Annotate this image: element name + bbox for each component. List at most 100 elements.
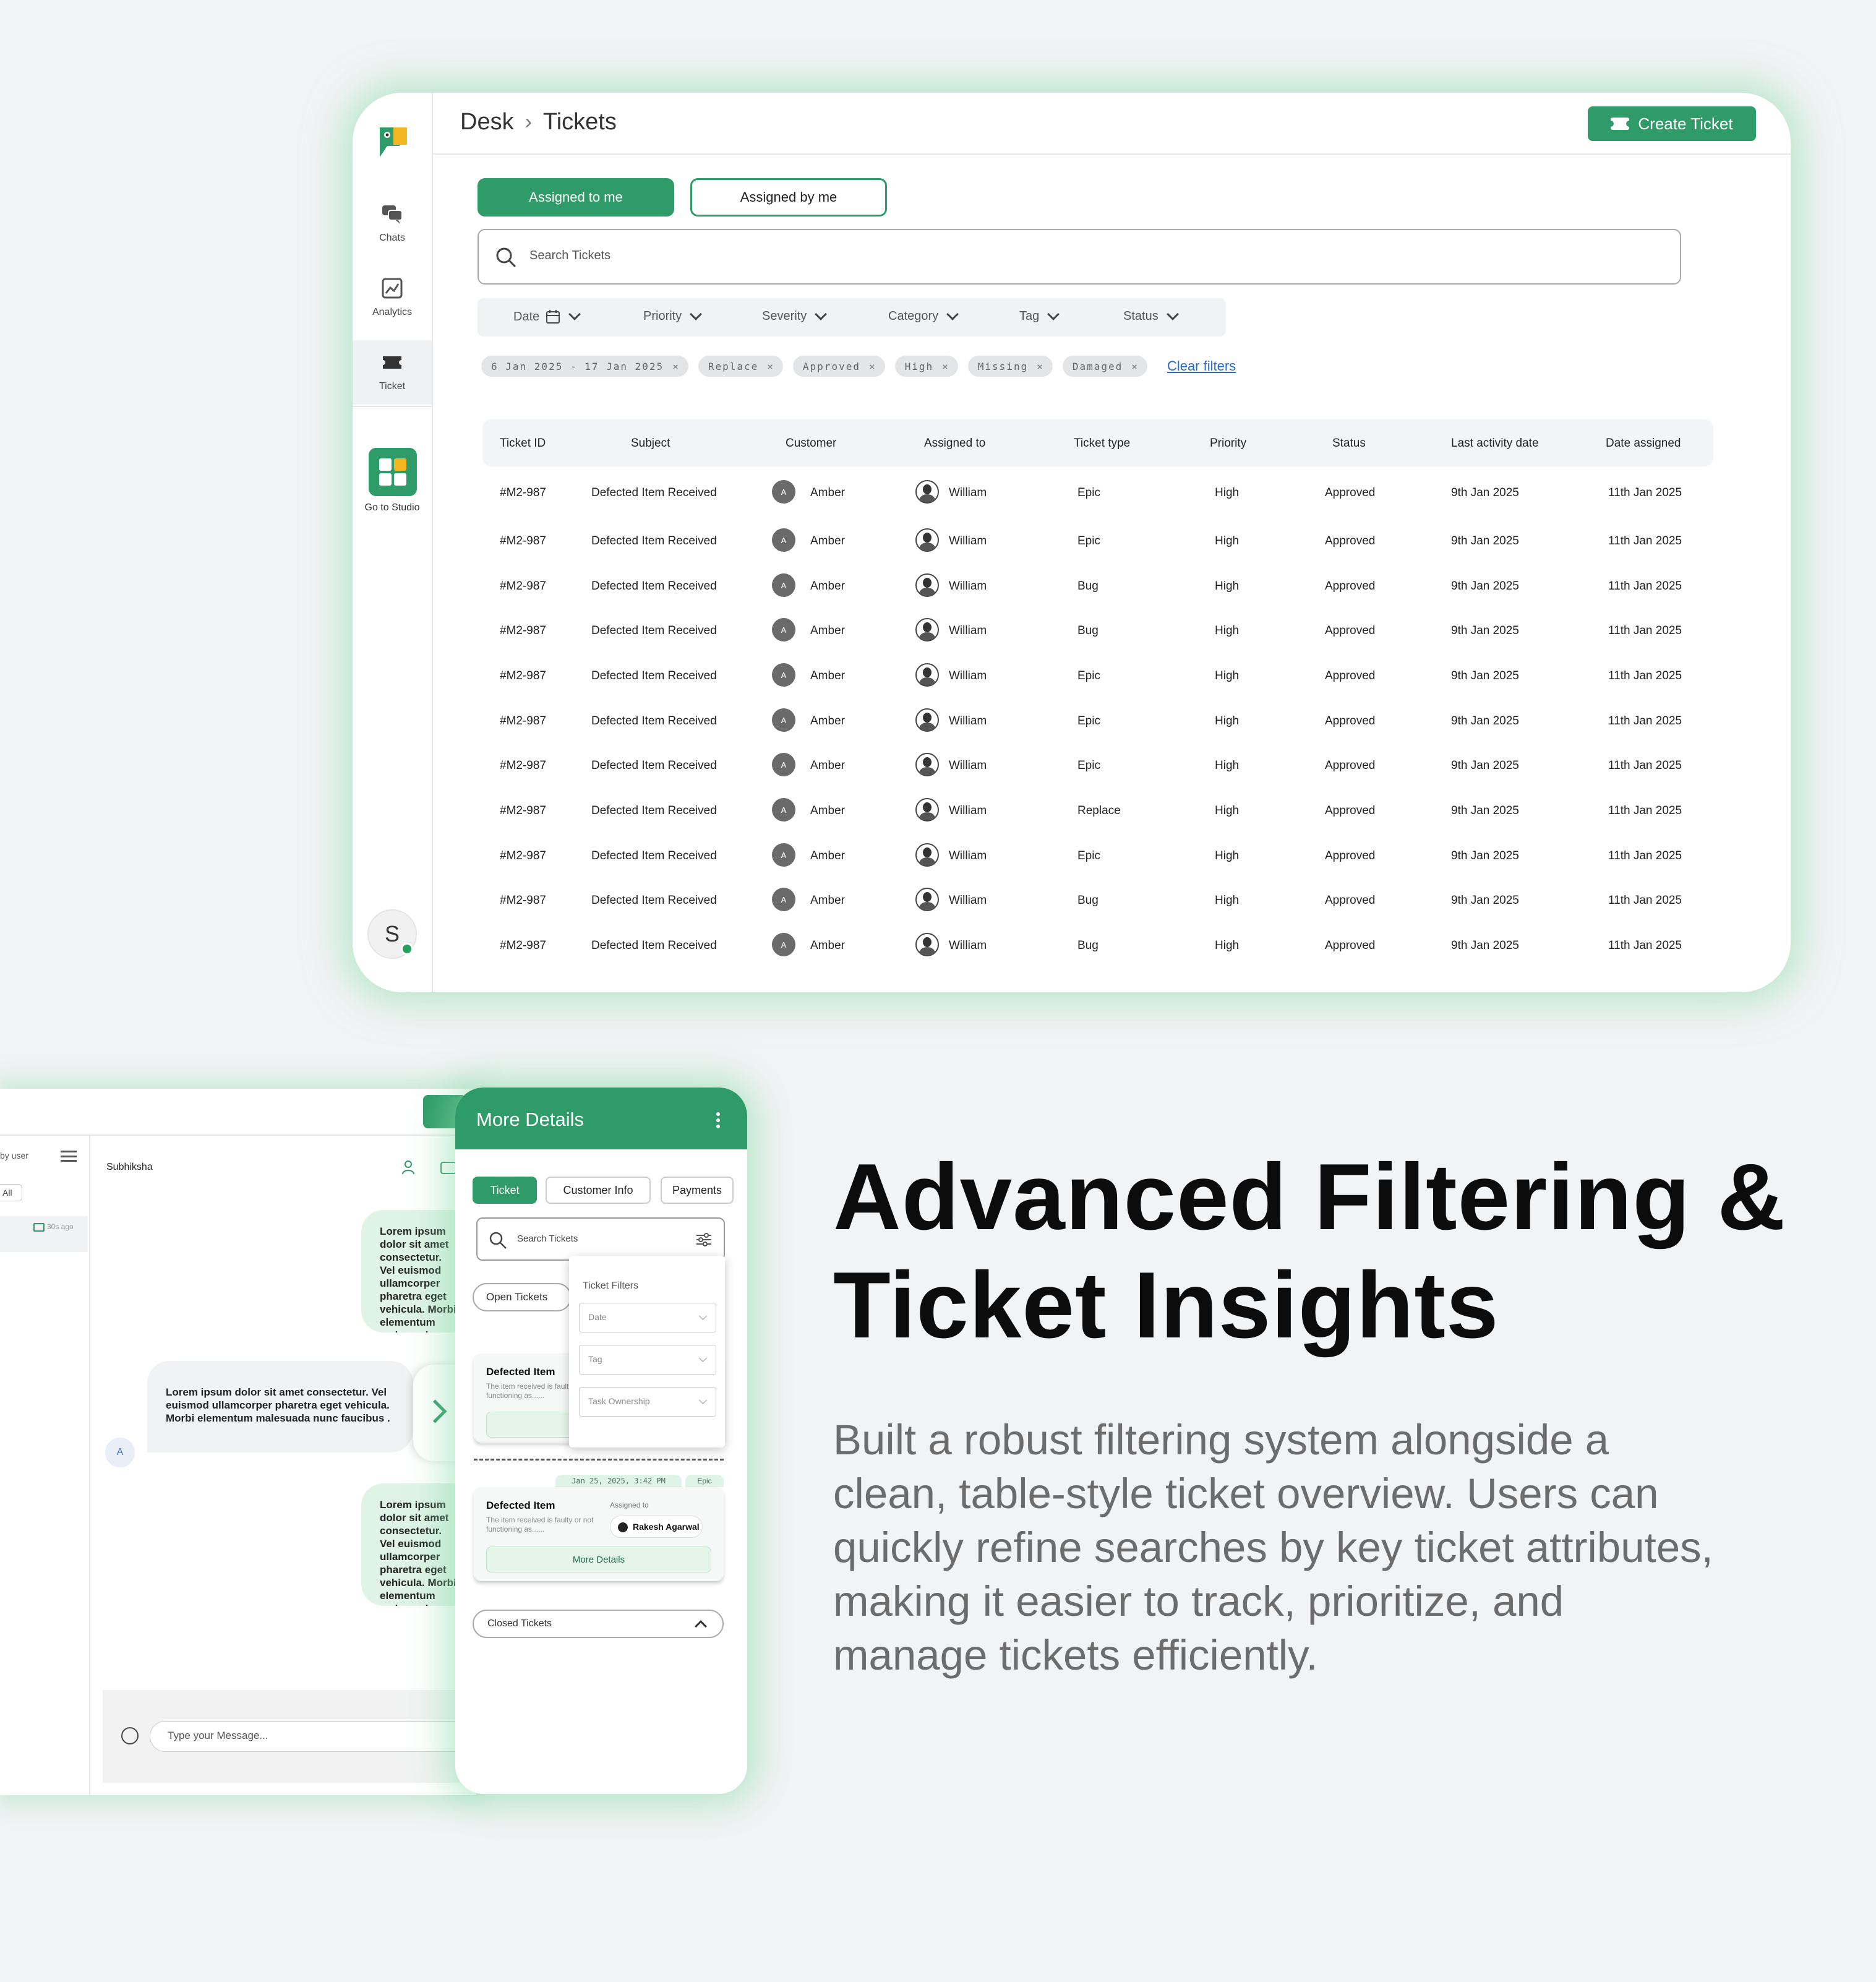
filter-category[interactable]: Category xyxy=(888,307,959,324)
emoji-icon[interactable] xyxy=(121,1727,139,1744)
filter-chip-replace[interactable]: Replace × xyxy=(698,356,783,377)
cell-ticket-type: Epic xyxy=(1077,669,1100,682)
chevron-down-icon xyxy=(568,308,581,320)
cell-ticket-type: Replace xyxy=(1077,804,1121,817)
customer-avatar: A xyxy=(772,753,795,776)
cell-customer: Amber xyxy=(810,486,845,499)
cell-priority: High xyxy=(1215,714,1240,727)
cell-subject: Defected Item Received xyxy=(591,714,717,727)
customer-avatar: A xyxy=(772,480,795,504)
close-icon[interactable]: × xyxy=(1131,361,1137,372)
column-header[interactable]: Date assigned xyxy=(1606,437,1681,450)
tab-ticket[interactable]: Ticket xyxy=(473,1177,537,1204)
more-details-button[interactable]: More Details xyxy=(486,1547,711,1572)
assignee-avatar-icon xyxy=(915,663,939,687)
table-row[interactable]: #M2-987 Defected Item Received A Amber Willi… xyxy=(482,471,1713,516)
assignee-avatar-icon xyxy=(915,573,939,597)
filter-chip-damaged[interactable]: Damaged × xyxy=(1062,356,1147,377)
user-avatar[interactable]: S xyxy=(367,909,417,959)
cell-priority: High xyxy=(1215,669,1240,682)
cell-last-activity: 9th Jan 2025 xyxy=(1451,894,1519,907)
breadcrumb-desk[interactable]: Desk xyxy=(460,109,514,135)
table-row[interactable]: #M2-987 Defected Item Received A Amber Willi… xyxy=(482,700,1713,744)
filter-date[interactable]: Date xyxy=(513,308,581,324)
close-icon[interactable]: × xyxy=(767,361,773,372)
tab-payments[interactable]: Payments xyxy=(661,1177,734,1204)
filter-status[interactable]: Status xyxy=(1123,307,1179,324)
table-row[interactable]: #M2-987 Defected Item Received A Amber Willi… xyxy=(482,565,1713,609)
column-header[interactable]: Priority xyxy=(1210,437,1246,450)
clear-filters-link[interactable]: Clear filters xyxy=(1167,358,1236,374)
cell-date-assigned: 11th Jan 2025 xyxy=(1608,894,1682,907)
body-text: Built a robust filtering system alongsid… xyxy=(833,1416,1713,1679)
cell-date-assigned: 11th Jan 2025 xyxy=(1608,939,1682,952)
close-icon[interactable]: × xyxy=(1037,361,1043,372)
chip-label: High xyxy=(904,360,934,372)
cell-status: Approved xyxy=(1325,580,1376,593)
open-tickets-toggle[interactable]: Open Tickets xyxy=(473,1283,572,1311)
sidebar-item-ticket[interactable]: Ticket xyxy=(353,340,432,405)
close-icon[interactable]: × xyxy=(942,361,948,372)
closed-tickets-toggle[interactable]: Closed Tickets xyxy=(473,1610,724,1638)
column-header[interactable]: Customer xyxy=(786,437,836,450)
ticket-filters-title: Ticket Filters xyxy=(583,1281,639,1291)
search-input[interactable]: Search Tickets xyxy=(478,229,1681,285)
cell-subject: Defected Item Received xyxy=(591,669,717,682)
cell-last-activity: 9th Jan 2025 xyxy=(1451,804,1519,817)
cell-customer: Amber xyxy=(810,939,845,952)
cell-customer: Amber xyxy=(810,534,845,547)
create-ticket-button[interactable]: Create Ticket xyxy=(1588,106,1756,141)
go-to-studio-button[interactable] xyxy=(369,448,417,496)
close-icon[interactable]: × xyxy=(869,361,875,372)
filter-severity[interactable]: Severity xyxy=(762,307,828,324)
filter-sliders-icon[interactable] xyxy=(695,1231,713,1248)
rail-divider xyxy=(353,406,432,407)
sidebar-item-analytics[interactable]: Analytics xyxy=(353,276,432,344)
cell-last-activity: 9th Jan 2025 xyxy=(1451,669,1519,682)
filter-all-pill[interactable]: All xyxy=(0,1184,22,1201)
column-header[interactable]: Assigned to xyxy=(924,437,985,450)
filter-chip-high[interactable]: High × xyxy=(894,356,958,377)
list-item[interactable] xyxy=(0,1216,88,1252)
analytics-icon xyxy=(382,278,403,299)
parrot-logo-icon xyxy=(380,127,407,157)
panel-search-input[interactable]: Search Tickets xyxy=(476,1217,725,1261)
tab-assigned-to-me[interactable]: Assigned to me xyxy=(478,178,674,217)
column-header[interactable]: Ticket type xyxy=(1074,437,1130,450)
table-row[interactable]: #M2-987 Defected Item Received A Amber Willi… xyxy=(482,744,1713,789)
more-options-icon[interactable] xyxy=(716,1112,720,1128)
filter-tag-select[interactable]: Tag xyxy=(579,1345,716,1375)
filter-chip-missing[interactable]: Missing × xyxy=(967,356,1053,377)
close-icon[interactable]: × xyxy=(672,361,679,372)
cell-date-assigned: 11th Jan 2025 xyxy=(1608,804,1682,817)
cell-subject: Defected Item Received xyxy=(591,804,717,817)
filter-task-ownership-select[interactable]: Task Ownership xyxy=(579,1387,716,1417)
cell-priority: High xyxy=(1215,759,1240,772)
table-row[interactable]: #M2-987 Defected Item Received A Amber Willi… xyxy=(482,654,1713,699)
cell-status: Approved xyxy=(1325,894,1376,907)
column-header[interactable]: Subject xyxy=(631,437,670,450)
tab-customer-info[interactable]: Customer Info xyxy=(546,1177,651,1204)
filter-priority[interactable]: Priority xyxy=(643,307,703,324)
table-row[interactable]: #M2-987 Defected Item Received A Amber Willi… xyxy=(482,879,1713,924)
column-header[interactable]: Status xyxy=(1332,437,1366,450)
column-header[interactable]: Ticket ID xyxy=(500,437,546,450)
filter-tag[interactable]: Tag xyxy=(1019,307,1060,324)
add-user-icon[interactable] xyxy=(401,1159,417,1175)
menu-icon[interactable] xyxy=(61,1151,77,1162)
cell-assigned-to: William xyxy=(949,894,987,907)
tab-assigned-by-me[interactable]: Assigned by me xyxy=(690,178,887,217)
table-row[interactable]: #M2-987 Defected Item Received A Amber Willi… xyxy=(482,520,1713,564)
table-row[interactable]: #M2-987 Defected Item Received A Amber Willi… xyxy=(482,609,1713,654)
video-call-icon[interactable] xyxy=(440,1162,456,1174)
filter-chip-approved[interactable]: Approved × xyxy=(792,356,885,377)
filter-chip-date-range[interactable]: 6 Jan 2025 - 17 Jan 2025 × xyxy=(481,356,688,377)
column-header[interactable]: Last activity date xyxy=(1451,437,1539,450)
filter-date-select[interactable]: Date xyxy=(579,1303,716,1332)
message-input[interactable]: Type your Message... xyxy=(150,1721,476,1752)
sidebar-item-chats[interactable]: Chats xyxy=(353,202,432,270)
sort-by-user-label[interactable]: by user xyxy=(0,1151,28,1160)
table-row[interactable]: #M2-987 Defected Item Received A Amber Willi… xyxy=(482,834,1713,879)
table-row[interactable]: #M2-987 Defected Item Received A Amber Willi… xyxy=(482,924,1713,969)
table-row[interactable]: #M2-987 Defected Item Received A Amber Willi… xyxy=(482,789,1713,834)
